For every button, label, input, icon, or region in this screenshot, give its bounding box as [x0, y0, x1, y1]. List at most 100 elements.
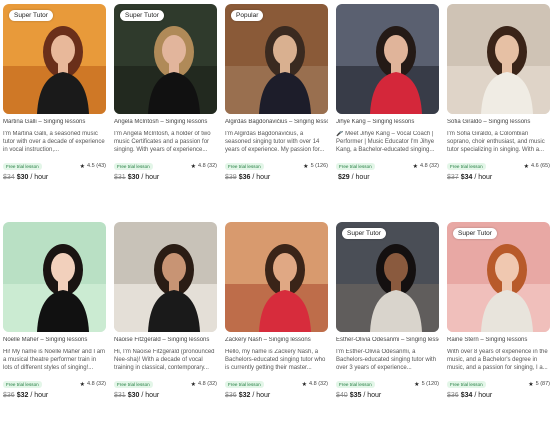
- tutor-rating: ★ 4.8 (32): [80, 381, 106, 388]
- tutor-name[interactable]: Angela McIntosh – Singing lessons: [114, 119, 217, 125]
- star-icon: ★: [190, 163, 197, 170]
- old-price: $34: [3, 174, 15, 181]
- tutor-card[interactable]: Super Tutor Raine Stern – Singing lesson…: [447, 222, 550, 434]
- tutor-card[interactable]: Zackery Nash – Singing lessons Hello, my…: [225, 222, 328, 434]
- star-icon: ★: [303, 163, 309, 170]
- old-price: $31: [114, 392, 126, 399]
- tutor-badge: Popular: [231, 10, 264, 21]
- tutor-photo[interactable]: Popular: [225, 4, 328, 114]
- tutor-name[interactable]: Naoise Fitzgerald – Singing lessons: [114, 337, 217, 343]
- tutor-photo[interactable]: Super Tutor: [336, 222, 439, 332]
- price-unit: / hour: [351, 174, 370, 181]
- star-icon: ★: [412, 163, 419, 170]
- tutor-description: 🎤 Meet Jihye Kang – Vocal Coach | Perfor…: [336, 131, 435, 153]
- tutor-name[interactable]: Zackery Nash – Singing lessons: [225, 337, 328, 343]
- tutor-name[interactable]: Raine Stern – Singing lessons: [447, 337, 550, 343]
- rating-value: 4.8 (32): [309, 381, 328, 387]
- tutor-photo-image: [3, 222, 106, 332]
- star-icon: ★: [414, 381, 420, 388]
- tutor-meta: Free trial lesson ★ 4.8 (32): [114, 161, 217, 171]
- tutor-description: I'm Algirdas Bagdonavičius, a seasoned s…: [225, 131, 325, 153]
- new-price: $32: [238, 392, 251, 399]
- tutor-name[interactable]: Martina Galli – Singing lessons: [3, 119, 106, 125]
- tutor-photo[interactable]: [114, 222, 217, 332]
- tutor-price: $36 $32 / hour: [3, 392, 106, 399]
- tutor-photo[interactable]: [225, 222, 328, 332]
- price-unit: / hour: [30, 174, 49, 181]
- tutor-name[interactable]: Noelle Maher – Singing lessons: [3, 337, 106, 343]
- tutor-name[interactable]: Sofia Giraldo – Singing lessons: [447, 119, 550, 125]
- tutor-photo[interactable]: [447, 4, 550, 114]
- tutor-rating: ★ 5 (87): [528, 381, 550, 388]
- tutor-photo[interactable]: [3, 222, 106, 332]
- price-unit: / hour: [474, 392, 493, 399]
- tutor-rating: ★ 4.8 (32): [191, 381, 217, 388]
- rating-value: 5 (87): [535, 381, 550, 387]
- tutor-photo[interactable]: Super Tutor: [3, 4, 106, 114]
- tutor-meta: Free trial lesson ★ 4.8 (32): [3, 379, 106, 389]
- free-trial-tag: Free trial lesson: [336, 162, 375, 170]
- new-price: $32: [16, 392, 29, 399]
- star-icon: ★: [523, 163, 530, 170]
- tutor-card[interactable]: Jihye Kang – Singing lessons 🎤 Meet Jihy…: [336, 4, 439, 216]
- tutor-photo[interactable]: [336, 4, 439, 114]
- tutor-price: $36 $34 / hour: [447, 392, 550, 399]
- rating-value: 4.6 (65): [531, 163, 550, 169]
- tutor-photo-image: [114, 222, 217, 332]
- tutor-price: $31 $30 / hour: [114, 174, 217, 181]
- tutor-description: I'm Esther-Olivia Odesanmi, a Bachelors-…: [336, 349, 437, 371]
- new-price: $34: [460, 392, 473, 399]
- tutor-price: $40 $35 / hour: [336, 392, 439, 399]
- old-price: $36: [3, 392, 15, 399]
- tutor-meta: Free trial lesson ★ 5 (87): [447, 379, 550, 389]
- star-icon: ★: [301, 381, 308, 388]
- tutor-price: $37 $34 / hour: [447, 174, 550, 181]
- tutor-card[interactable]: Naoise Fitzgerald – Singing lessons Hi, …: [114, 222, 217, 434]
- rating-value: 4.8 (32): [198, 163, 217, 169]
- tutor-card[interactable]: Sofia Giraldo – Singing lessons I'm Sofi…: [447, 4, 550, 216]
- old-price: $36: [447, 392, 459, 399]
- price-unit: / hour: [252, 392, 271, 399]
- tutor-description: Hi! My name is Noelle Maher and I am a m…: [3, 349, 106, 371]
- tutor-photo-image: [225, 222, 328, 332]
- rating-value: 4.8 (32): [87, 381, 106, 387]
- new-price: $30: [127, 392, 140, 399]
- free-trial-tag: Free trial lesson: [447, 380, 486, 388]
- free-trial-tag: Free trial lesson: [336, 380, 375, 388]
- tutor-name[interactable]: Jihye Kang – Singing lessons: [336, 119, 439, 125]
- tutor-meta: Free trial lesson ★ 4.8 (32): [114, 379, 217, 389]
- free-trial-tag: Free trial lesson: [3, 162, 42, 170]
- tutor-name[interactable]: Esther-Olivia Odesanmi – Singing lessons: [336, 337, 439, 343]
- tutor-badge: Super Tutor: [120, 10, 164, 21]
- price-unit: / hour: [252, 174, 271, 181]
- old-price: $40: [336, 392, 348, 399]
- tutor-meta: Free trial lesson ★ 4.6 (65): [447, 161, 550, 171]
- tutor-card[interactable]: Super Tutor Esther-Olivia Odesanmi – Sin…: [336, 222, 439, 434]
- tutor-description: I'm Martina Galli, a seasoned music tuto…: [3, 131, 105, 153]
- price-unit: / hour: [474, 174, 493, 181]
- tutor-description: I'm Sofia Giraldo, a Colombian soprano, …: [447, 131, 545, 153]
- tutor-rating: ★ 5 (126): [303, 163, 328, 170]
- free-trial-tag: Free trial lesson: [225, 380, 264, 388]
- new-price: $35: [349, 392, 362, 399]
- tutor-photo[interactable]: Super Tutor: [114, 4, 217, 114]
- tutor-rating: ★ 4.6 (65): [524, 163, 550, 170]
- tutor-name[interactable]: Algirdas Bagdonavičius – Singing lessons: [225, 119, 328, 125]
- tutor-card[interactable]: Super Tutor Angela McIntosh – Singing le…: [114, 4, 217, 216]
- tutor-badge: Super Tutor: [9, 10, 53, 21]
- tutor-card[interactable]: Noelle Maher – Singing lessons Hi! My na…: [3, 222, 106, 434]
- tutor-card[interactable]: Popular Algirdas Bagdonavičius – Singing…: [225, 4, 328, 216]
- new-price: $34: [460, 174, 473, 181]
- tutor-photo-image: [336, 4, 439, 114]
- free-trial-tag: Free trial lesson: [114, 380, 153, 388]
- rating-value: 5 (126): [310, 163, 328, 169]
- tutor-rating: ★ 4.8 (32): [413, 163, 439, 170]
- tutor-card[interactable]: Super Tutor Martina Galli – Singing less…: [3, 4, 106, 216]
- free-trial-tag: Free trial lesson: [114, 162, 153, 170]
- tutor-price: $34 $30 / hour: [3, 174, 106, 181]
- free-trial-tag: Free trial lesson: [3, 380, 42, 388]
- old-price: $39: [225, 174, 237, 181]
- star-icon: ★: [79, 381, 86, 388]
- tutor-rating: ★ 5 (120): [414, 381, 439, 388]
- tutor-photo[interactable]: Super Tutor: [447, 222, 550, 332]
